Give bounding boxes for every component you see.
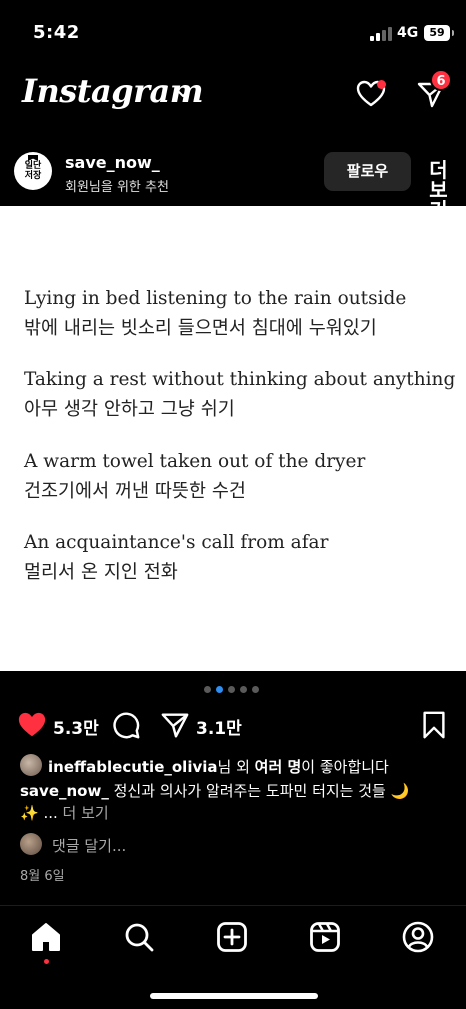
post-subtitle: 회원님을 위한 추천	[65, 180, 169, 195]
post-header: 일단 저장 save_now_ 회원님을 위한 추천 팔로우 더 보기	[0, 136, 466, 220]
home-indicator	[150, 993, 318, 999]
image-line: 밖에 내리는 빗소리 들으면서 침대에 누워있기	[24, 318, 377, 339]
carousel-dot	[204, 686, 211, 693]
liked-by-mid: 님 외	[217, 758, 255, 776]
carousel-indicator	[204, 686, 259, 694]
image-line: An acquaintance's call from afar	[24, 532, 329, 553]
image-line: A warm towel taken out of the dryer	[24, 451, 366, 472]
carousel-dot	[240, 686, 247, 693]
follow-button[interactable]: 팔로우	[324, 152, 411, 191]
action-bar: 5.3만 3.1만	[0, 702, 466, 746]
network-label: 4G	[397, 25, 419, 41]
create-icon[interactable]	[215, 920, 249, 954]
share-icon[interactable]	[160, 710, 190, 740]
battery-icon: 59	[424, 25, 454, 41]
carousel-dot-active	[216, 686, 223, 693]
signal-icon	[370, 27, 392, 41]
liked-by-tail: 이 좋아합니다	[301, 758, 389, 776]
dm-badge: 6	[430, 69, 452, 91]
comment-avatar	[20, 833, 42, 855]
more-options-icon[interactable]: 더 보기	[425, 160, 453, 220]
post-username[interactable]: save_now_	[65, 153, 160, 172]
liked-by-avatar[interactable]	[20, 754, 42, 776]
notification-dot	[377, 80, 386, 89]
save-bookmark-icon[interactable]	[419, 710, 449, 740]
like-count[interactable]: 5.3만	[53, 714, 99, 739]
post-date: 8월 6일	[20, 869, 65, 884]
avatar-text-1: 일단	[24, 161, 42, 171]
app-header: Instagram 6	[0, 64, 466, 124]
like-icon[interactable]	[17, 710, 47, 740]
liked-by-others[interactable]: 여러 명	[255, 758, 302, 776]
search-icon[interactable]	[122, 920, 156, 954]
carousel-dot	[228, 686, 235, 693]
liked-by-text[interactable]: ineffablecutie_olivia님 외 여러 명이 좋아합니다	[48, 756, 389, 777]
add-comment-input[interactable]: 댓글 달기...	[52, 835, 126, 856]
status-time: 5:42	[33, 22, 80, 43]
avatar-text-2: 저장	[24, 171, 42, 181]
chevron-down-icon[interactable]	[175, 86, 191, 102]
avatar[interactable]: 일단 저장	[14, 152, 52, 190]
caption-username[interactable]: save_now_	[20, 782, 109, 800]
image-line: 건조기에서 꺼낸 따뜻한 수건	[24, 481, 246, 502]
comment-icon[interactable]	[111, 710, 141, 740]
liked-by-username[interactable]: ineffablecutie_olivia	[48, 758, 218, 776]
caption-text: 정신과 의사가 알려주는 도파민 터지는 것들 🌙	[108, 782, 410, 800]
home-activity-dot	[44, 959, 49, 964]
post-image[interactable]: Lying in bed listening to the rain outsi…	[0, 206, 466, 671]
reels-icon[interactable]	[308, 920, 342, 954]
home-icon[interactable]	[29, 920, 63, 954]
bottom-nav	[0, 905, 466, 1009]
caption-text-2: ✨ ...	[20, 804, 63, 822]
image-line: 아무 생각 안하고 그냥 쉬기	[24, 399, 235, 420]
image-line: 멀리서 온 지인 전화	[24, 562, 178, 583]
share-count[interactable]: 3.1만	[196, 714, 242, 739]
more-link[interactable]: 더 보기	[63, 804, 109, 822]
profile-icon[interactable]	[401, 920, 435, 954]
image-line: Lying in bed listening to the rain outsi…	[24, 288, 407, 309]
status-bar: 5:42 4G 59	[0, 0, 466, 64]
image-line: Taking a rest without thinking about any…	[24, 369, 456, 390]
carousel-dot	[252, 686, 259, 693]
post-caption: save_now_ 정신과 의사가 알려주는 도파민 터지는 것들 🌙 ✨ ..…	[20, 780, 450, 824]
